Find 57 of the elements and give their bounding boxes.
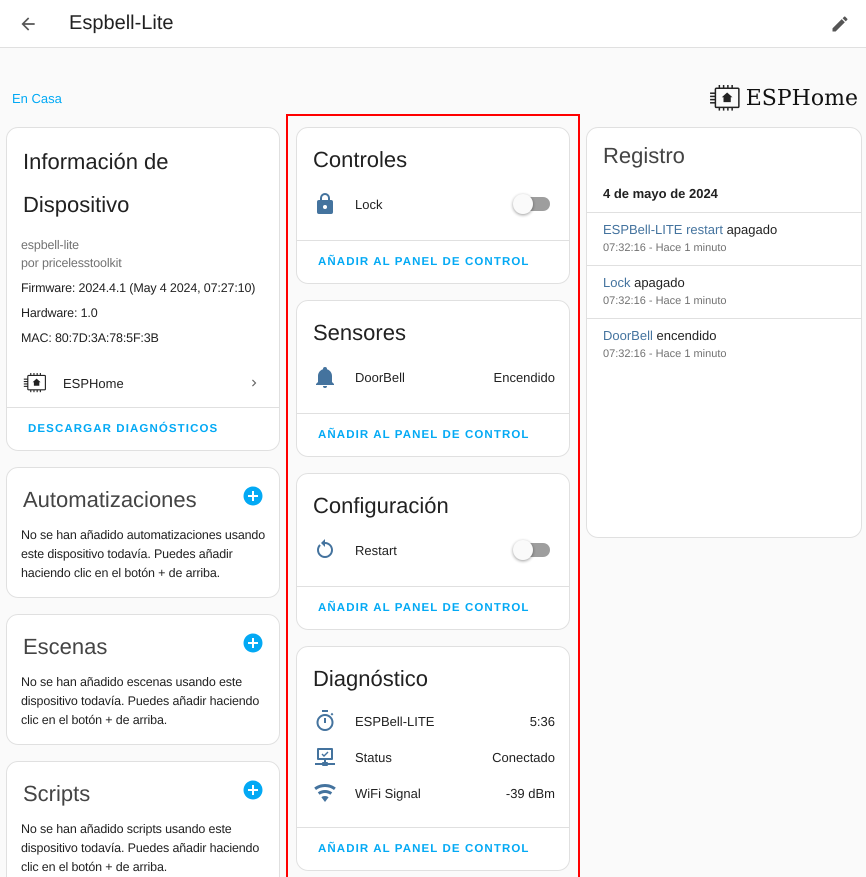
chip-icon — [708, 85, 741, 111]
empty-message: No se han añadido escenas usando este dispositivo todavía. Puedes añadir haciendo clic en el botón + de arriba. — [20, 674, 260, 729]
card-title: Escenas — [22, 633, 108, 661]
device-manufacturer: por pricelesstoolkit — [21, 255, 123, 272]
add-button[interactable] — [243, 486, 263, 506]
entity-state: Conectado — [492, 750, 555, 764]
card-title: Automatizaciones — [22, 486, 198, 514]
device-detail: Firmware: 2024.4.1 (May 4 2024, 07:27:10) — [21, 280, 256, 297]
toggle-switch[interactable] — [516, 543, 550, 557]
entity-name[interactable]: Restart — [355, 542, 516, 558]
download-diagnostics-button[interactable]: DESCARGAR DIAGNÓSTICOS — [15, 416, 232, 442]
add-to-dashboard-button[interactable]: AÑADIR AL PANEL DE CONTROL — [305, 595, 543, 621]
integration-name: ESPHome — [63, 376, 125, 390]
device-detail: Hardware: 1.0 — [21, 305, 99, 322]
card-title: Scripts — [22, 780, 92, 808]
page-title: Espbell-Lite — [69, 12, 175, 35]
entity-name[interactable]: Lock — [355, 196, 516, 212]
add-button[interactable] — [243, 633, 263, 653]
device-model: espbell-lite — [21, 237, 80, 254]
log-date: 4 de mayo de 2024 — [587, 180, 861, 213]
entity-link[interactable]: DoorBell — [603, 328, 653, 343]
pencil-icon[interactable] — [830, 14, 850, 34]
log-state: apagado — [634, 275, 685, 290]
entity-state: Encendido — [494, 370, 555, 384]
entity-name[interactable]: Status — [355, 750, 492, 764]
card-title: Controles — [312, 146, 408, 174]
log-state: encendido — [656, 328, 716, 343]
entity-state: -39 dBm — [506, 786, 555, 800]
card-title: Diagnóstico — [312, 665, 429, 693]
empty-message: No se han añadido scripts usando este dispositivo todavía. Puedes añadir haciendo clic en el botón + de arriba. — [20, 821, 260, 876]
empty-message: No se han añadido automatizaciones usando este dispositivo todavía. Puedes añadir haciendo clic en el botón + de arriba. — [20, 527, 266, 582]
log-time: 07:32:16 - Hace 1 minuto — [603, 294, 728, 309]
entity-link[interactable]: Lock — [603, 275, 630, 290]
toggle-switch[interactable] — [516, 197, 550, 211]
log-time: 07:32:16 - Hace 1 minuto — [603, 347, 728, 362]
entity-link[interactable]: ESPBell-LITE restart — [603, 222, 723, 237]
card-title: Registro — [602, 142, 686, 170]
card-title: Configuración — [312, 492, 450, 520]
add-to-dashboard-button[interactable]: AÑADIR AL PANEL DE CONTROL — [305, 422, 543, 448]
entity-state: 5:36 — [530, 714, 555, 728]
add-button[interactable] — [243, 780, 263, 800]
add-to-dashboard-button[interactable]: AÑADIR AL PANEL DE CONTROL — [305, 249, 543, 275]
card-title: Información de Dispositivo — [22, 148, 170, 219]
log-state: apagado — [726, 222, 778, 237]
monitor-network-icon — [313, 745, 337, 769]
log-time: 07:32:16 - Hace 1 minuto — [603, 241, 728, 256]
entity-name[interactable]: WiFi Signal — [355, 786, 506, 800]
add-to-dashboard-button[interactable]: AÑADIR AL PANEL DE CONTROL — [305, 836, 543, 862]
card-title: Sensores — [312, 319, 407, 347]
entity-name[interactable]: DoorBell — [355, 370, 494, 384]
device-detail: MAC: 80:7D:3A:78:5F:3B — [21, 330, 160, 347]
bell-icon — [313, 365, 337, 389]
chip-icon — [23, 373, 47, 393]
integration-row[interactable]: ESPHome — [7, 359, 279, 407]
entity-name[interactable]: ESPBell-LITE — [355, 714, 530, 728]
brand-name: ESPHome — [746, 86, 858, 110]
area-link[interactable]: En Casa — [12, 90, 62, 106]
